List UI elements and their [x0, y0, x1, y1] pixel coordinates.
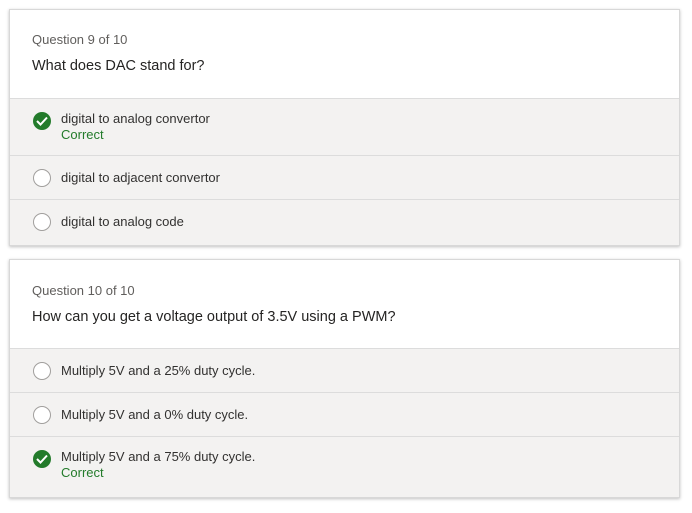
question-number: Question 10 of 10 — [32, 283, 135, 298]
option-item[interactable]: digital to adjacent convertor — [10, 155, 679, 199]
checkmark-circle-icon — [33, 112, 51, 130]
question-card-9: Question 9 of 10 What does DAC stand for… — [9, 9, 680, 246]
radio-circle-icon[interactable] — [33, 169, 51, 187]
option-label: digital to analog code — [61, 214, 184, 229]
option-item[interactable]: Multiply 5V and a 75% duty cycle. Correc… — [10, 436, 679, 493]
question-text: How can you get a voltage output of 3.5V… — [32, 309, 396, 325]
question-card-10: Question 10 of 10 How can you get a volt… — [9, 259, 680, 498]
option-label: digital to analog convertor — [61, 111, 210, 126]
options-list: Multiply 5V and a 25% duty cycle. Multip… — [10, 348, 679, 497]
option-item[interactable]: digital to analog convertor Correct — [10, 98, 679, 155]
option-item[interactable]: digital to analog code — [10, 199, 679, 243]
correct-feedback: Correct — [61, 127, 104, 142]
correct-feedback: Correct — [61, 465, 104, 480]
option-label: Multiply 5V and a 75% duty cycle. — [61, 449, 256, 464]
radio-circle-icon[interactable] — [33, 213, 51, 231]
option-label: digital to adjacent convertor — [61, 170, 220, 185]
radio-circle-icon[interactable] — [33, 406, 51, 424]
option-item[interactable]: Multiply 5V and a 0% duty cycle. — [10, 392, 679, 436]
checkmark-circle-icon — [33, 450, 51, 468]
radio-circle-icon[interactable] — [33, 362, 51, 380]
option-item[interactable]: Multiply 5V and a 25% duty cycle. — [10, 348, 679, 392]
options-list: digital to analog convertor Correct digi… — [10, 98, 679, 245]
option-label: Multiply 5V and a 25% duty cycle. — [61, 363, 256, 378]
option-label: Multiply 5V and a 0% duty cycle. — [61, 407, 249, 422]
question-text: What does DAC stand for? — [32, 58, 205, 74]
question-number: Question 9 of 10 — [32, 32, 128, 47]
